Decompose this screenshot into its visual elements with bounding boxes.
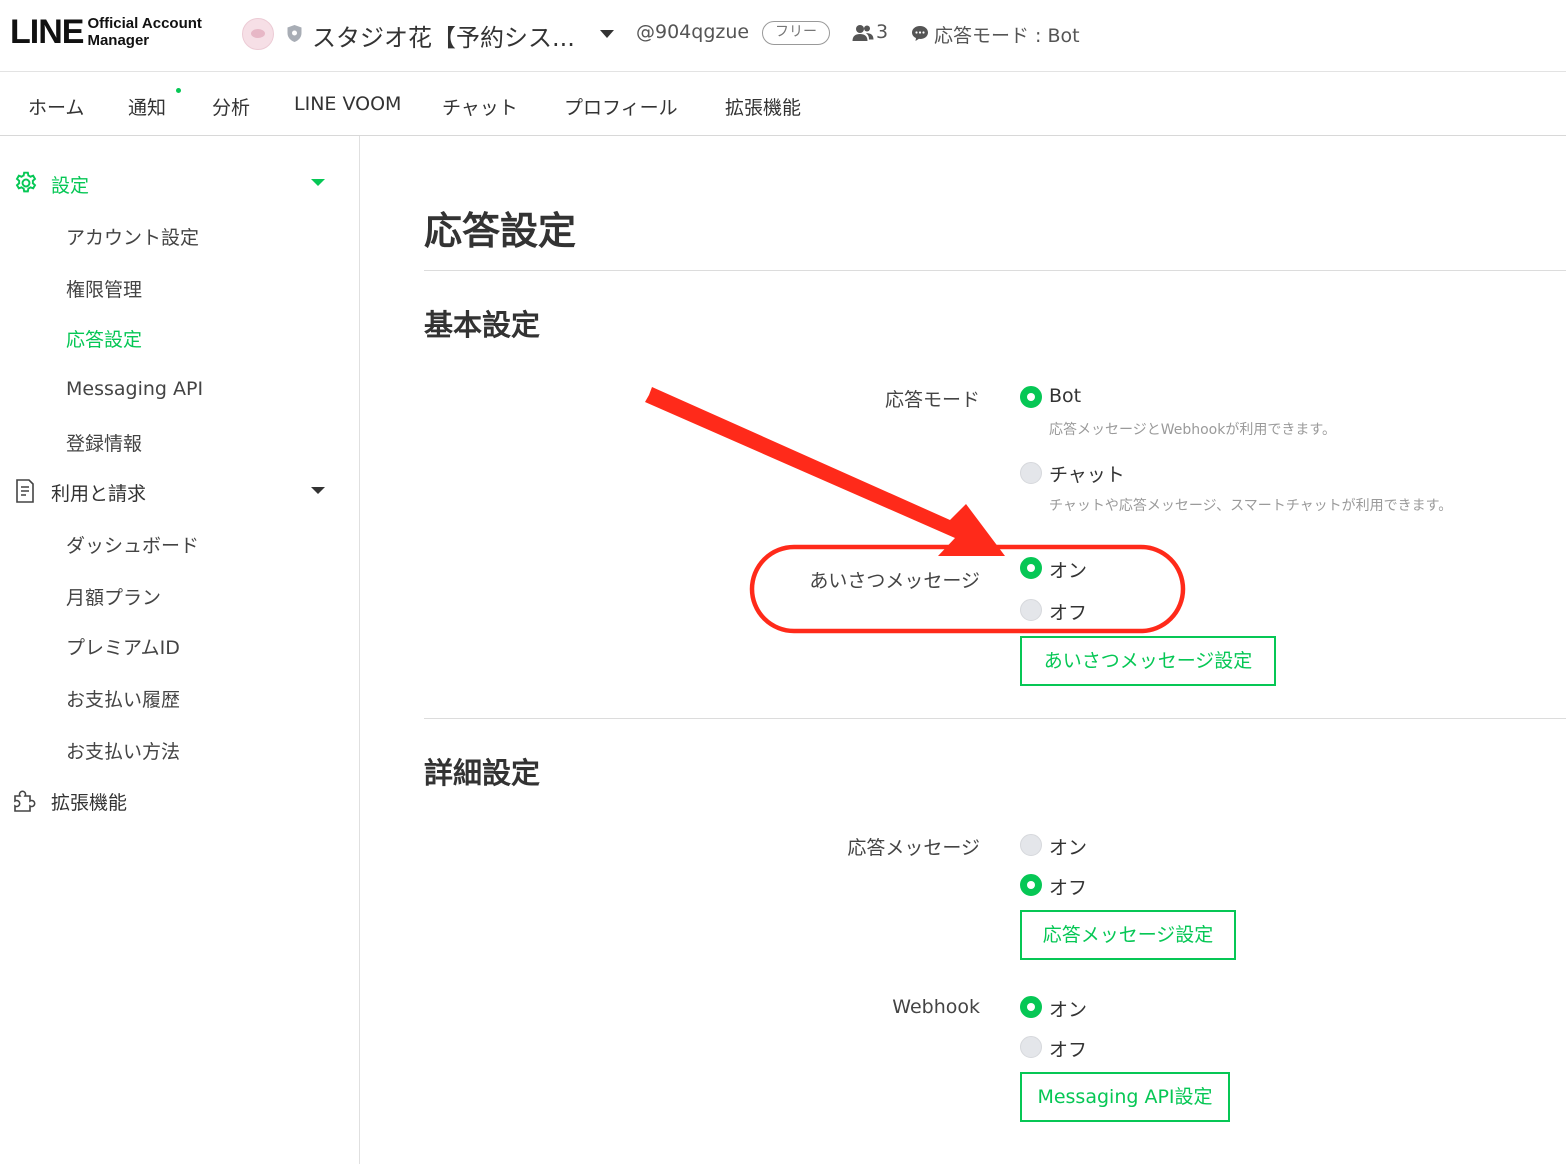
friends-count: 3 [876,21,889,43]
sidebar-item-premium-id[interactable]: プレミアムID [66,633,180,660]
messaging-api-settings-button[interactable]: Messaging API設定 [1020,1072,1230,1122]
sidebar-section-label: 利用と請求 [51,483,147,505]
nav-profile[interactable]: プロフィール [564,93,678,120]
friends-icon [852,24,874,46]
webhook-off-label[interactable]: オフ [1049,1035,1087,1062]
response-mode-bot-radio[interactable] [1020,386,1042,408]
greeting-on-label[interactable]: オン [1049,556,1087,583]
page-title: 応答設定 [424,209,577,253]
logo-subtitle-line2: Manager [87,32,150,49]
logo-subtitle: Official Account Manager [87,15,201,49]
plan-badge: フリー [762,21,830,45]
sidebar-section-label: 拡張機能 [51,792,128,814]
chevron-down-icon [311,179,325,186]
sidebar: 設定 アカウント設定 権限管理 応答設定 Messaging API 登録情報 … [0,136,360,1164]
nav-notifications[interactable]: 通知 [128,93,166,120]
webhook-on-label[interactable]: オン [1049,995,1087,1022]
arrow-shape-placeholder [647,388,1005,555]
response-mode-chat-label[interactable]: チャット [1049,460,1125,487]
sidebar-item-response-settings[interactable]: 応答設定 [66,325,142,352]
sidebar-item-permissions[interactable]: 権限管理 [66,275,142,302]
puzzle-icon [13,787,41,817]
auto-reply-settings-button[interactable]: 応答メッセージ設定 [1020,910,1236,960]
section-title-advanced: 詳細設定 [424,756,541,790]
document-icon [13,478,37,508]
greeting-settings-button[interactable]: あいさつメッセージ設定 [1020,636,1276,686]
sidebar-item-dashboard[interactable]: ダッシュボード [66,531,199,558]
auto-reply-off-radio[interactable] [1020,874,1042,896]
notification-dot [176,88,181,93]
response-mode-chat-radio[interactable] [1020,462,1042,484]
sidebar-section-extensions[interactable]: 拡張機能 [0,781,359,817]
verified-shield-icon [286,24,303,47]
annotation-arrow [645,387,1005,556]
sidebar-item-monthly-plan[interactable]: 月額プラン [66,583,161,610]
sidebar-section-billing[interactable]: 利用と請求 [0,472,359,508]
logo-subtitle-line1: Official Account [87,15,202,32]
greeting-on-radio[interactable] [1020,557,1042,579]
account-avatar[interactable] [242,18,274,50]
sidebar-section-label: 設定 [51,175,90,197]
auto-reply-off-label[interactable]: オフ [1049,873,1087,900]
webhook-off-radio[interactable] [1020,1036,1042,1058]
greeting-off-radio[interactable] [1020,599,1042,621]
nav-home[interactable]: ホーム [28,93,84,120]
divider [424,270,1566,271]
line-oa-manager-logo[interactable]: LINE Official Account Manager [10,14,202,50]
greeting-message-label: あいさつメッセージ [809,570,980,592]
sidebar-section-settings[interactable]: 設定 [0,164,359,200]
section-title-basic: 基本設定 [424,308,541,342]
nav-extensions[interactable]: 拡張機能 [725,93,801,120]
sidebar-item-registration-info[interactable]: 登録情報 [66,429,142,456]
webhook-label: Webhook [892,996,980,1018]
divider [424,718,1566,719]
auto-reply-label: 応答メッセージ [847,837,980,859]
account-name[interactable]: スタジオ花【予約シス... [312,18,575,53]
chevron-down-icon [311,487,325,494]
nav-line-voom[interactable]: LINE VOOM [294,93,401,115]
top-header: LINE Official Account Manager スタジオ花【予約シス… [0,0,1566,72]
account-id: @904qgzue [636,21,750,43]
sidebar-item-messaging-api[interactable]: Messaging API [66,378,203,400]
logo-wordmark: LINE [10,13,84,51]
webhook-on-radio[interactable] [1020,996,1042,1018]
sidebar-item-payment-method[interactable]: お支払い方法 [66,737,180,764]
sidebar-item-account-settings[interactable]: アカウント設定 [66,223,199,250]
account-switch-chevron-down-icon[interactable] [600,30,614,38]
greeting-off-label[interactable]: オフ [1049,598,1087,625]
nav-chat[interactable]: チャット [442,93,518,120]
response-mode-status[interactable]: 応答モード : Bot [934,21,1080,48]
main-nav: ホーム 通知 分析 LINE VOOM チャット プロフィール 拡張機能 [0,73,1566,136]
response-mode-chat-desc: チャットや応答メッセージ、スマートチャットが利用できます。 [1049,498,1453,514]
response-mode-label: 応答モード [884,389,980,411]
sidebar-item-payment-history[interactable]: お支払い履歴 [66,685,180,712]
chat-bubble-icon [911,25,929,46]
response-mode-bot-desc: 応答メッセージとWebhookが利用できます。 [1049,422,1336,438]
nav-analytics[interactable]: 分析 [212,93,250,120]
auto-reply-on-radio[interactable] [1020,834,1042,856]
response-mode-bot-label[interactable]: Bot [1049,385,1081,407]
gear-icon [13,170,39,200]
auto-reply-on-label[interactable]: オン [1049,833,1087,860]
